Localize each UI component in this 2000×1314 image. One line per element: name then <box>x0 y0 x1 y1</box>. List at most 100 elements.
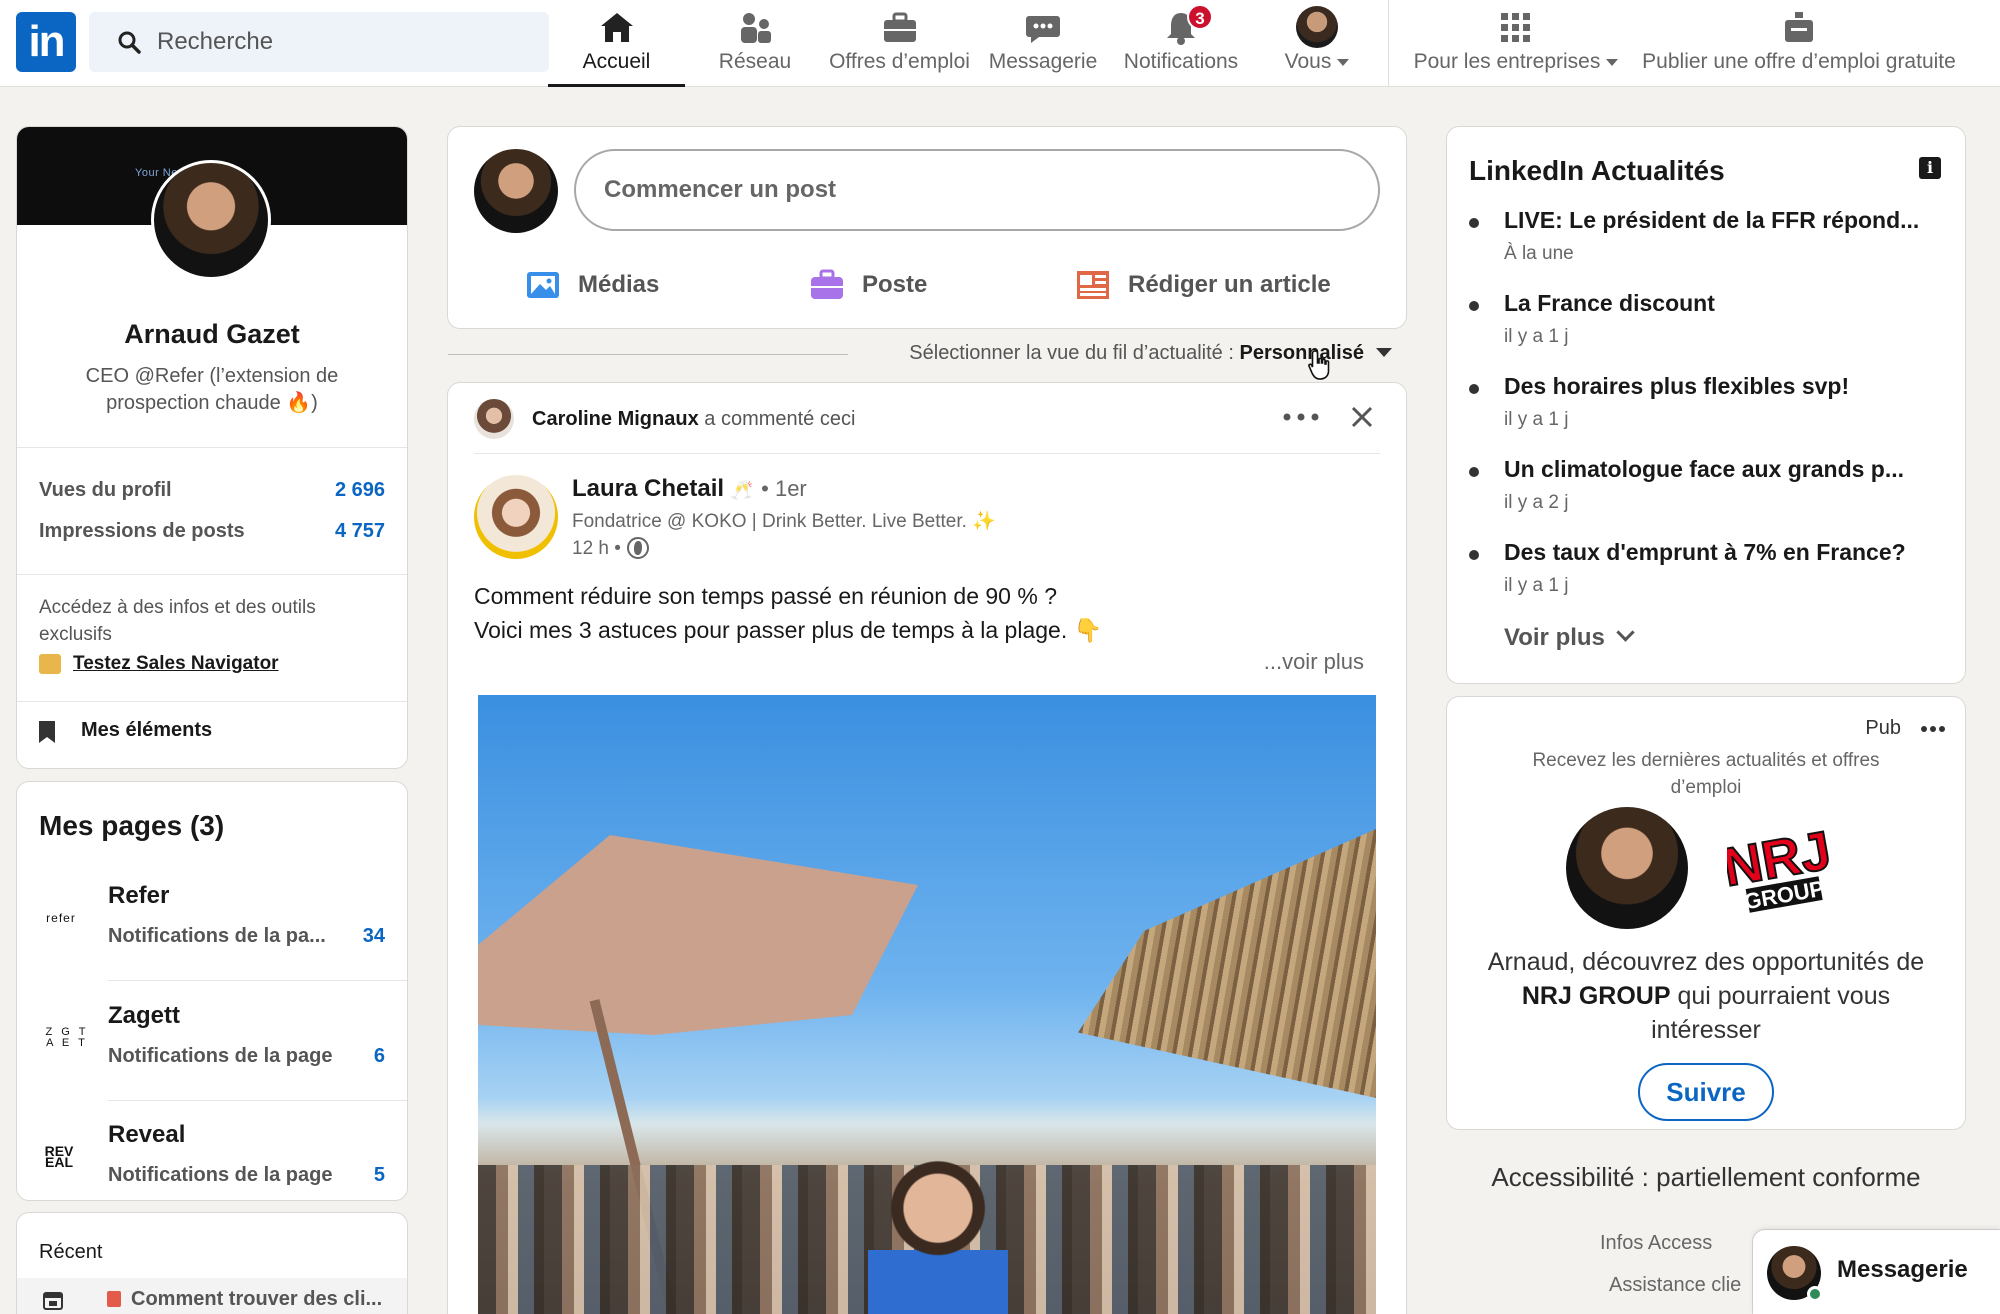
search-box[interactable] <box>89 12 549 72</box>
page-item-reveal[interactable]: REV EAL Reveal Notifications de la page … <box>17 1113 407 1200</box>
feed-sort-bar: Sélectionner la vue du fil d’actualité :… <box>448 338 1406 378</box>
nav-messaging-label: Messagerie <box>988 50 1098 73</box>
straw-parasol <box>1078 815 1376 1105</box>
see-more-link[interactable]: ...voir plus <box>1264 649 1364 675</box>
nav-network-label: Réseau <box>718 50 792 73</box>
follow-button[interactable]: Suivre <box>1638 1063 1774 1121</box>
nav-home[interactable]: Accueil <box>548 0 685 87</box>
write-article-button[interactable]: Rédiger un article <box>1076 261 1331 309</box>
grid-icon <box>1501 13 1530 42</box>
profile-photo[interactable] <box>151 160 271 280</box>
news-subtitle: il y a 2 j <box>1504 492 1569 513</box>
post-composer: Commencer un post Médias Poste Rédiger u… <box>448 127 1406 328</box>
online-status-icon <box>1807 1286 1823 1302</box>
article-icon <box>1077 271 1109 299</box>
news-headline: Des horaires plus flexibles svp! <box>1504 373 1850 399</box>
stat-profile-views[interactable]: Vues du profil 2 696 <box>39 479 385 502</box>
network-icon <box>741 13 771 43</box>
nav-jobs[interactable]: Offres d’emploi <box>822 0 977 87</box>
messaging-overlay[interactable]: Messagerie <box>1753 1230 2000 1314</box>
news-item[interactable]: La France discount il y a 1 j <box>1469 290 1943 350</box>
ad-label: Pub <box>1865 717 1901 739</box>
accessibility-statement[interactable]: Accessibilité : partiellement conforme <box>1447 1162 1965 1193</box>
nav-post-job[interactable]: Publier une offre d’emploi gratuite <box>1633 0 1965 87</box>
nav-messaging[interactable]: Messagerie <box>984 0 1102 87</box>
job-button[interactable]: Poste <box>810 261 927 309</box>
divider <box>108 1100 407 1101</box>
feed-post: Caroline Mignaux a commenté ceci Laura C… <box>448 383 1406 1314</box>
news-headline: Un climatologue face aux grands p... <box>1504 456 1905 482</box>
messaging-label: Messagerie <box>1837 1256 1968 1283</box>
saved-items-link[interactable]: Mes éléments <box>39 719 212 743</box>
context-author[interactable]: Caroline Mignaux <box>532 408 699 430</box>
sales-navigator-link[interactable]: Testez Sales Navigator <box>39 650 279 677</box>
page-name: Refer <box>108 882 170 909</box>
divider <box>448 354 848 355</box>
page-item-refer[interactable]: refer Refer Notifications de la pa... 34 <box>17 874 407 992</box>
nav-business[interactable]: Pour les entreprises <box>1405 0 1627 87</box>
my-pages-title: Mes pages (3) <box>39 810 225 841</box>
recent-title: Récent <box>39 1241 103 1263</box>
close-icon[interactable] <box>1350 405 1374 429</box>
nav-jobs-label: Offres d’emploi <box>829 50 970 73</box>
linkedin-logo[interactable]: in <box>16 12 76 72</box>
bullet-icon <box>1469 467 1479 477</box>
post-timestamp: 12 h • <box>572 537 649 560</box>
start-post-button[interactable]: Commencer un post <box>574 149 1380 231</box>
feed-sort-label: Sélectionner la vue du fil d’actualité : <box>909 342 1240 364</box>
news-item[interactable]: LIVE: Le président de la FFR répond... À… <box>1469 207 1943 267</box>
nav-notifications[interactable]: 3 Notifications <box>1114 0 1248 87</box>
avatar[interactable] <box>474 475 558 559</box>
stat-post-impressions[interactable]: Impressions de posts 4 757 <box>39 520 385 543</box>
nrj-group-logo[interactable]: NRJ GROUP <box>1727 815 1831 927</box>
media-button[interactable]: Médias <box>526 261 659 309</box>
my-pages-card: Mes pages (3) refer Refer Notifications … <box>17 782 407 1200</box>
profile-name[interactable]: Arnaud Gazet <box>17 319 407 350</box>
nav-network[interactable]: Réseau <box>700 0 810 87</box>
news-subtitle: À la une <box>1504 243 1574 264</box>
footer-links[interactable]: Assistance clie <box>1609 1274 1741 1297</box>
nav-home-label: Accueil <box>582 50 651 73</box>
divider <box>17 447 407 448</box>
message-icon <box>1026 16 1060 43</box>
post-author[interactable]: Laura Chetail 🥂 • 1er <box>572 475 807 503</box>
news-subtitle: il y a 1 j <box>1504 575 1569 596</box>
hand-cursor-icon <box>1308 350 1330 380</box>
post-image[interactable] <box>478 695 1376 1314</box>
post-text: Comment réduire son temps passé en réuni… <box>474 583 1103 643</box>
chevron-down-icon <box>1606 59 1619 66</box>
news-item[interactable]: Des horaires plus flexibles svp! il y a … <box>1469 373 1943 433</box>
page-notification-count: 6 <box>373 1045 385 1067</box>
ad-card: Pub Recevez les dernières actualités et … <box>1447 697 1965 1129</box>
refer-logo: refer <box>46 910 76 925</box>
info-icon[interactable]: i <box>1919 157 1941 179</box>
news-item[interactable]: Des taux d'emprunt à 7% en France? il y … <box>1469 539 1943 599</box>
more-options-icon[interactable] <box>1921 725 1945 733</box>
nav-business-label: Pour les entreprises <box>1405 50 1627 74</box>
job-post-icon <box>1785 12 1813 42</box>
news-item[interactable]: Un climatologue face aux grands p... il … <box>1469 456 1943 516</box>
avatar <box>1566 807 1688 929</box>
recent-item[interactable]: Comment trouver des cli... <box>17 1278 407 1314</box>
page-name: Zagett <box>108 1002 180 1029</box>
nav-post-job-label: Publier une offre d’emploi gratuite <box>1642 50 1956 73</box>
calendar-icon <box>43 1292 63 1310</box>
news-headline: Des taux d'emprunt à 7% en France? <box>1504 539 1906 565</box>
home-icon <box>600 13 633 42</box>
avatar <box>1296 6 1338 48</box>
stat-value: 4 757 <box>334 520 385 542</box>
footer-links[interactable]: Infos Access <box>1600 1232 1712 1255</box>
search-input[interactable] <box>157 12 537 72</box>
news-subtitle: il y a 1 j <box>1504 409 1569 430</box>
more-options-icon[interactable] <box>1281 407 1321 427</box>
avatar[interactable] <box>474 149 558 233</box>
avatar[interactable] <box>474 399 514 439</box>
feed-sort-value: Personnalisé <box>1239 342 1364 364</box>
stat-label: Vues du profil <box>39 479 172 501</box>
show-more-button[interactable]: Voir plus <box>1504 623 1635 652</box>
photo-icon <box>527 272 559 298</box>
bullet-icon <box>1469 301 1479 311</box>
briefcase-icon <box>883 12 916 42</box>
nav-me[interactable]: Vous <box>1262 0 1372 87</box>
page-item-zagett[interactable]: Z G T A E T Zagett Notifications de la p… <box>17 994 407 1112</box>
